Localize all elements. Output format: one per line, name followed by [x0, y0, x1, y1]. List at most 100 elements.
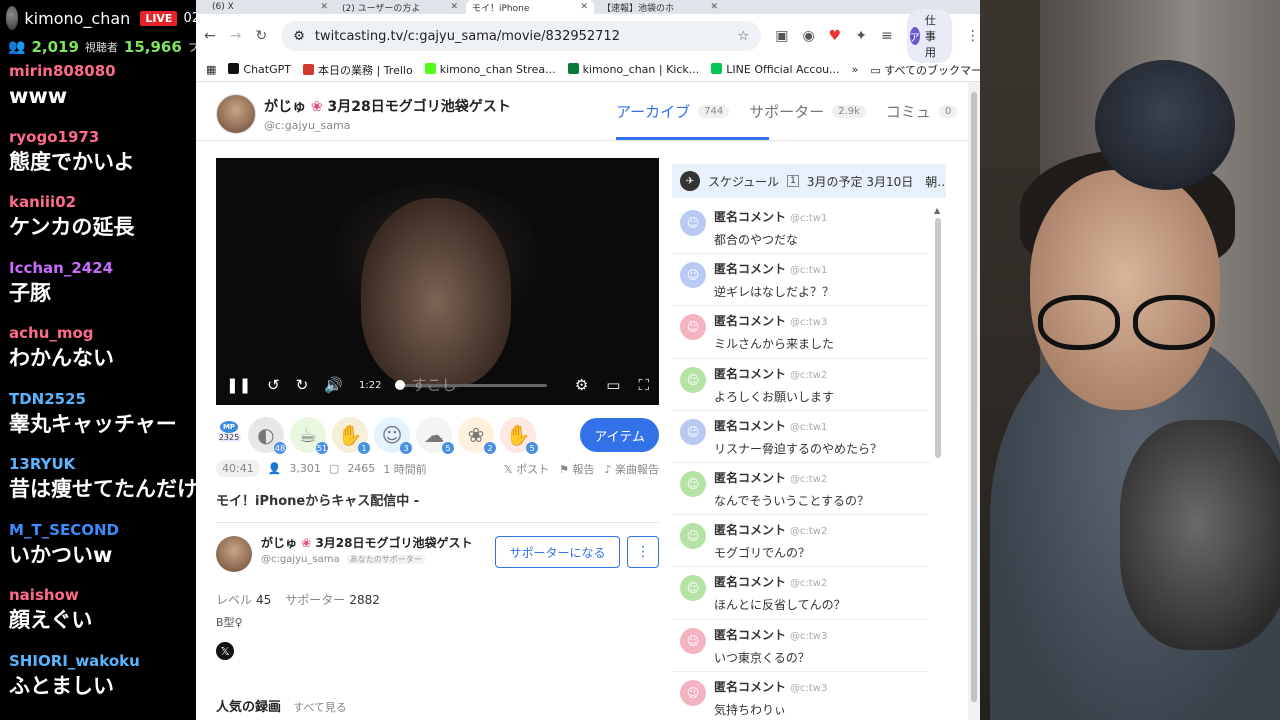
- address-bar[interactable]: ⚙ twitcasting.tv/c:gajyu_sama/movie/8329…: [281, 21, 762, 51]
- webcam-glasses: [1038, 295, 1218, 355]
- chat-text: わかんない: [9, 346, 114, 370]
- browser-tab-title: (6) X: [212, 2, 234, 12]
- settings-gear-icon[interactable]: ⚙: [575, 376, 588, 394]
- channel-tab[interactable]: サポーター 2.9k: [749, 82, 866, 140]
- close-icon[interactable]: ✕: [710, 2, 718, 12]
- bookmarks-bar: ▦ ChatGPT 本日の業務 | Trello kimono_chan Strea…: [196, 58, 980, 82]
- theater-mode-icon[interactable]: ▭: [606, 376, 620, 394]
- forward-icon[interactable]: →: [230, 28, 242, 44]
- extension-icon-1[interactable]: ◉: [802, 28, 814, 44]
- comment-id: @c:tw1: [790, 213, 828, 224]
- comment-scrollbar[interactable]: [935, 218, 941, 458]
- seek-handle[interactable]: [395, 379, 406, 390]
- seek-bar[interactable]: すこし: [395, 376, 548, 394]
- mp-label: MP: [220, 421, 238, 433]
- back-icon[interactable]: ←: [204, 28, 216, 44]
- movie-meta: 40:41 👤 3,301 ▢ 2465 1 時間前 𝕏 ポスト ⚑ 報告 ♪ …: [216, 460, 659, 477]
- apps-grid-icon[interactable]: ▦: [206, 63, 216, 76]
- channel-title-suffix: 3月28日モグゴリ池袋ゲスト: [327, 99, 511, 115]
- become-supporter-button[interactable]: サポーターになる: [495, 536, 620, 568]
- bookmark-item[interactable]: ChatGPT: [228, 63, 291, 76]
- see-all-link[interactable]: すべて見る: [293, 699, 347, 715]
- tab-strip: (6) X ✕ (2) ユーザーの方よ ✕ モイ！iPhone ✕ 【速報】池袋のホ ✕: [196, 0, 980, 14]
- bookmarks-overflow-icon[interactable]: »: [852, 63, 859, 76]
- viewer-count: 2,019: [31, 38, 79, 56]
- pause-icon[interactable]: ❚❚: [226, 376, 251, 394]
- mp-badge[interactable]: MP 2325: [216, 421, 242, 449]
- ghost-icon[interactable]: ☺ 3: [374, 417, 412, 454]
- browser-tab[interactable]: 【速報】池袋のホ ✕: [596, 0, 724, 14]
- tea-icon[interactable]: ☕ 51: [290, 417, 328, 454]
- browser-tab[interactable]: モイ！iPhone ✕: [466, 0, 594, 14]
- report-link[interactable]: ⚑ 報告: [559, 461, 594, 477]
- supporter-stat: サポーター 2882: [285, 591, 380, 608]
- report-label: 報告: [572, 462, 595, 476]
- page-scrollbar-thumb[interactable]: [971, 92, 977, 702]
- bookmark-item[interactable]: kimono_chan Strea...: [424, 63, 556, 76]
- profile-id-row: @c:gajyu_sama あなたのサポーター: [261, 554, 425, 565]
- comment-header: 匿名コメント @c:tw2: [714, 365, 834, 382]
- clap-icon[interactable]: ✋ 5: [500, 417, 538, 454]
- stone-icon-glyph: ◐: [257, 423, 275, 447]
- comments-icon: ▢: [328, 462, 340, 475]
- bookmark-item[interactable]: 本日の業務 | Trello: [303, 62, 413, 78]
- reload-icon[interactable]: ↻: [255, 28, 267, 44]
- browser-menu-icon[interactable]: ⋮: [966, 28, 980, 44]
- items-button[interactable]: アイテム: [580, 418, 659, 452]
- bookmark-item[interactable]: LINE Official Accou...: [711, 63, 840, 76]
- comment-text: なんでそういうことするの？: [714, 493, 870, 508]
- food-icon[interactable]: ❀ 2: [458, 417, 496, 454]
- extension-icon-2[interactable]: ♥: [829, 28, 842, 44]
- anonymous-avatar-icon: ☺: [680, 262, 706, 289]
- bookmark-favicon-icon: [228, 63, 240, 74]
- all-bookmarks-folder[interactable]: ▭ すべてのブックマーク: [870, 62, 980, 78]
- hand-icon[interactable]: ✋ 1: [332, 417, 370, 454]
- close-icon[interactable]: ✕: [450, 2, 458, 12]
- chat-message: 13RYUK 昔は痩せてたんだけ: [0, 451, 200, 517]
- profile-avatar[interactable]: [216, 536, 252, 572]
- channel-title[interactable]: がじゅ ❀ 3月28日モグゴリ池袋ゲスト: [264, 96, 511, 116]
- views-icon: 👤: [267, 462, 282, 475]
- video-player[interactable]: ❚❚ ↺ ↻ 🔊 1:22 すこし ⚙ ▭ ⛶: [216, 158, 659, 405]
- schedule-banner[interactable]: ✈ スケジュール 1 3月の予定 3月10日 朝…: [672, 164, 946, 198]
- item-count: 51: [316, 442, 328, 454]
- bookmark-item[interactable]: kimono_chan | Kick...: [567, 63, 699, 76]
- movie-title: モイ！iPhoneからキャス配信中 -: [216, 494, 420, 509]
- page-scrollbar[interactable]: [968, 82, 980, 720]
- chat-username: kaniii02: [9, 193, 77, 211]
- post-link[interactable]: 𝕏 ポスト: [504, 461, 549, 477]
- site-info-icon[interactable]: ⚙: [293, 29, 305, 44]
- comment-text: リスナー脅迫するのやめたら？: [714, 441, 883, 456]
- profile-button[interactable]: ア 仕事用: [906, 9, 952, 63]
- channel-tab[interactable]: アーカイブ 744: [616, 82, 770, 140]
- comment-scroll-up-icon[interactable]: ▲: [934, 206, 940, 215]
- extensions-puzzle-icon[interactable]: ✦: [855, 28, 867, 44]
- rewind-icon[interactable]: ↺: [267, 376, 280, 394]
- follower-count: 15,966: [123, 38, 182, 56]
- close-icon[interactable]: ✕: [320, 2, 328, 12]
- channel-tab[interactable]: コミュ 0: [886, 82, 958, 140]
- bookmark-star-icon[interactable]: ☆: [738, 29, 750, 44]
- media-controls-icon[interactable]: ≡: [881, 28, 893, 44]
- fullscreen-icon[interactable]: ⛶: [638, 376, 649, 394]
- close-icon[interactable]: ✕: [580, 2, 588, 12]
- anonymous-avatar-icon: ☺: [680, 470, 706, 497]
- comment-body: 匿名コメント @c:tw1 リスナー脅迫するのやめたら？: [714, 417, 882, 462]
- channel-avatar[interactable]: [216, 94, 256, 134]
- browser-tab[interactable]: (2) ユーザーの方よ ✕: [336, 0, 464, 14]
- x-link-icon[interactable]: 𝕏: [216, 642, 234, 660]
- volume-icon[interactable]: 🔊: [324, 376, 343, 394]
- browser-tab[interactable]: (6) X ✕: [206, 0, 334, 14]
- more-options-button[interactable]: ⋮: [627, 536, 659, 568]
- stone-icon[interactable]: ◐ 48: [248, 417, 286, 454]
- cloud-icon[interactable]: ☁ 5: [416, 417, 454, 454]
- chat-message: kaniii02 ケンカの延長: [0, 189, 200, 255]
- cast-icon[interactable]: ▣: [775, 28, 788, 44]
- chat-username: SHIORI_wakoku: [9, 651, 140, 670]
- post-label: ポスト: [516, 462, 550, 476]
- music-report-link[interactable]: ♪ 楽曲報告: [604, 461, 659, 477]
- forward-skip-icon[interactable]: ↻: [296, 376, 309, 394]
- comment-body: 匿名コメント @c:tw1 都合のやつだな: [714, 208, 827, 253]
- profile-name[interactable]: がじゅ ❀ 3月28日モグゴリ池袋ゲスト: [261, 534, 473, 551]
- chat-text: 昔は痩せてたんだけ: [9, 477, 198, 501]
